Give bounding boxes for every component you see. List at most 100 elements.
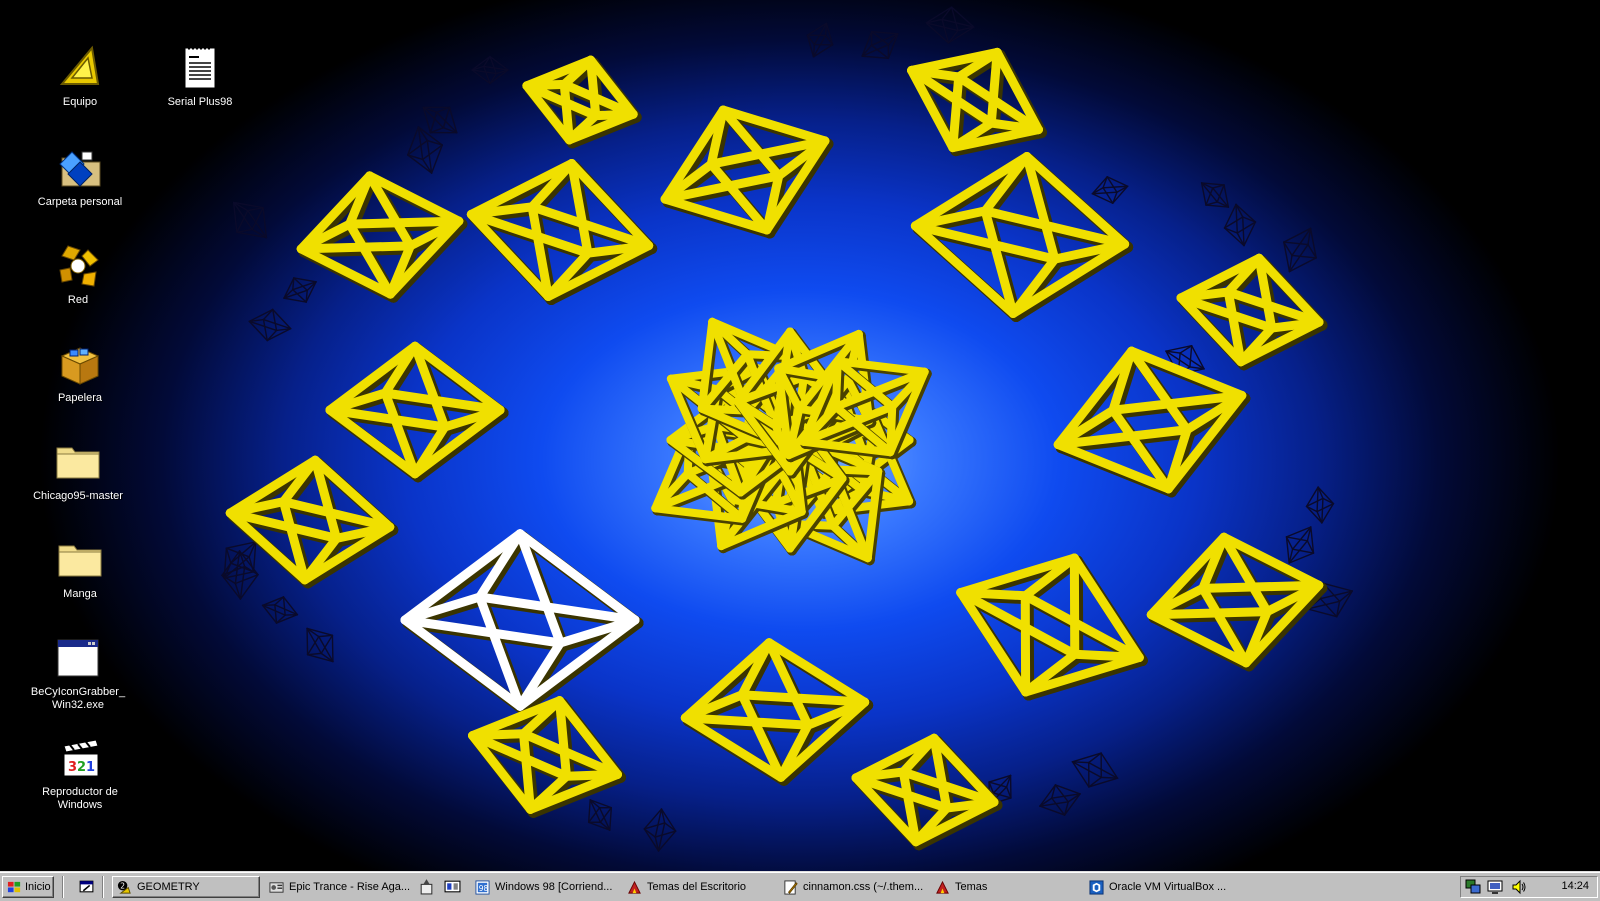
desktop-icon-manga[interactable]: Manga [30,536,130,601]
personal-folder-icon [59,151,101,187]
desktop-icon-label: Serial Plus98 [167,96,233,108]
display-settings-icon[interactable] [1487,879,1503,895]
application-window-icon [57,639,99,677]
wireframe-shape-large [522,55,638,145]
wireframe-shape-shadow [958,555,1148,701]
desktop-icon-label: Carpeta personal [37,196,123,208]
wireframe-shape-small [806,22,834,58]
desktop-icon-label: Manga [63,588,97,600]
wireframe-shape-small [471,55,509,85]
start-label: Inicio [25,881,51,893]
wireframe-shape-small [1091,176,1129,204]
network-status-icon[interactable] [1465,879,1481,895]
wireframe-shape-small [406,126,444,174]
svg-text:3: 3 [68,760,77,775]
virtualbox-window-icon: 98 [475,880,490,895]
wireframe-shape-small [861,30,899,60]
wireframe-shape-large [956,553,1144,697]
taskbar-button-label: GEOMETRY [137,881,200,893]
geometry-wallpaper [221,6,1353,852]
tray-launcher-icon[interactable] [418,878,435,895]
wireframe-shape-large [680,638,870,782]
media-icon [269,882,284,893]
show-desktop-icon[interactable] [78,878,95,895]
clock[interactable]: 14:24 [1561,880,1589,892]
desktop[interactable]: Equipo Serial Plus98 Carpeta personal Re… [0,0,1600,871]
wireframe-shape-small [587,799,613,831]
taskbar-button-label: Epic Trance - Rise Aga... [289,881,411,893]
taskbar-button-temas-del-escritorio[interactable]: Temas del Escritorio [622,876,772,898]
themes-icon [936,880,949,894]
taskbar-button-oracle-vm-virtualbox[interactable]: Oracle VM VirtualBox ... [1084,876,1244,898]
start-button[interactable]: Inicio [2,876,54,898]
taskbar-separator [62,876,64,898]
taskbar-button-label: cinnamon.css (~/.them... [803,881,924,893]
notepad-document-icon [184,46,216,89]
taskbar-button-label: Windows 98 [Corriend... [495,881,613,893]
control-panel-icon[interactable] [444,878,461,895]
wireframe-shape-small [1200,182,1230,208]
folder-icon [56,447,100,479]
wireframe-shape-small [1039,784,1081,816]
wireframe-shape-small [1305,486,1335,524]
wireframe-shape-small [422,106,458,134]
network-icon [59,245,99,287]
desktop-icon-carpeta-personal[interactable]: Carpeta personal [30,144,130,209]
computer-icon [59,45,100,85]
desktop-icon-equipo[interactable]: Equipo [30,44,130,109]
svg-text:2: 2 [120,881,125,890]
wireframe-shape-small [261,596,299,624]
wireframe-shape-small [925,6,975,44]
wireframe-shape-large [296,171,464,299]
desktop-icon-chicago95-master[interactable]: Chicago95-master [28,438,128,503]
taskbar-button-geometry[interactable]: 2 GEOMETRY [112,876,260,898]
desktop-icon-label: BeCyIconGrabber_ Win32.exe [30,686,126,711]
virtualbox-icon [1089,880,1104,895]
recycle-bin-icon [60,347,100,385]
wireframe-shape-large [1176,253,1324,367]
desktop-icon-papelera[interactable]: Papelera [30,340,130,405]
taskbar-separator [102,876,104,898]
wireframe-shape-small [248,308,292,342]
desktop-icon-reproductor-de-windows[interactable]: 3 2 1 Reproductor de Windows [30,734,130,812]
wireframe-shape-large [851,733,999,847]
wireframe-shape-large [225,455,395,585]
media-player-icon: 3 2 1 [63,739,99,777]
text-editor-icon [784,880,798,895]
desktop-icon-serial-plus98[interactable]: Serial Plus98 [150,44,250,109]
wireframe-shape-small [306,627,334,663]
taskbar-button-label: Temas [955,881,988,893]
themes-icon [628,880,641,894]
wireframe-shape-small [1283,227,1317,273]
svg-text:2: 2 [77,760,86,775]
desktop-icon-label: Chicago95-master [33,490,123,502]
svg-text:1: 1 [86,760,95,775]
wireframe-shape-small [283,277,317,303]
taskbar-button-epic-trance[interactable]: Epic Trance - Rise Aga... [264,876,412,898]
windows-logo-icon [7,881,21,893]
desktop-icon-becyicongrabber[interactable]: BeCyIconGrabber_ Win32.exe [28,634,128,712]
wireframe-shape-large [466,159,654,301]
desktop-icon-label: Papelera [57,392,103,404]
wireframe-shape-large [1146,532,1324,668]
wireframe-shape-large [907,47,1043,153]
volume-icon[interactable] [1511,879,1527,895]
desktop-icon-label: Reproductor de Windows [42,786,118,811]
wireframe-shape-small [1223,203,1257,247]
desktop-icon-label: Equipo [62,96,98,108]
wireframe-shape-small [1071,752,1119,788]
taskbar: Inicio 2 GEOMETRY Epic Trance - Rise Aga… [0,871,1600,901]
desktop-icon-label: Red [67,294,89,306]
wireframe-shape-shadow [909,49,1047,157]
taskbar-button-temas[interactable]: Temas [930,876,1080,898]
taskbar-button-cinnamon-css[interactable]: cinnamon.css (~/.them... [778,876,926,898]
desktop-icon-red[interactable]: Red [28,242,128,307]
svg-text:98: 98 [479,884,489,893]
wireframe-shape-small [232,201,268,239]
system-tray: 14:24 [1460,876,1598,898]
taskbar-button-label: Oracle VM VirtualBox ... [1109,881,1227,893]
wireframe-shape-small [643,808,677,852]
wireframe-shape-large [468,696,622,814]
screensaver-icon: 2 [117,880,131,894]
taskbar-button-windows98[interactable]: 98 Windows 98 [Corriend... [470,876,618,898]
